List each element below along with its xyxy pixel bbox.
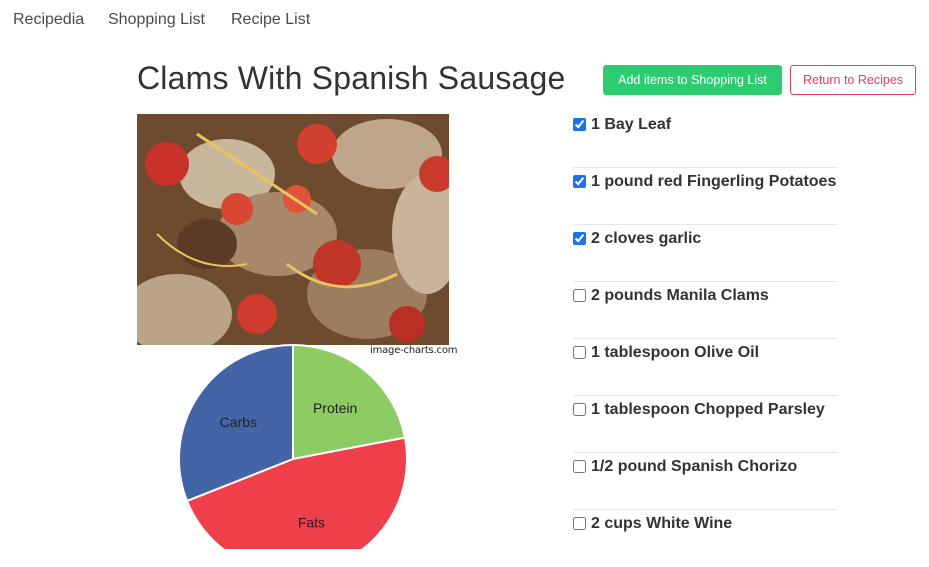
add-to-shopping-list-button[interactable]: Add items to Shopping List — [603, 65, 782, 95]
list-item: 1 tablespoon Olive Oil — [573, 339, 837, 396]
list-item: 1 Bay Leaf — [573, 111, 837, 168]
ingredient-list: 1 Bay Leaf 1 pound red Fingerling Potato… — [573, 111, 837, 567]
ingredient-label[interactable]: 1 pound red Fingerling Potatoes — [591, 173, 836, 191]
list-item: 1 pound red Fingerling Potatoes — [573, 168, 837, 225]
ingredient-checkbox[interactable] — [573, 346, 586, 359]
ingredient-label[interactable]: 1 Bay Leaf — [591, 116, 671, 134]
page-title: Clams With Spanish Sausage — [137, 60, 566, 96]
nutrition-pie-chart: Protein Fats Carbs — [160, 340, 430, 549]
list-item: 1/2 pound Spanish Chorizo — [573, 453, 837, 510]
recipe-photo — [137, 114, 449, 345]
list-item: 2 cloves garlic — [573, 225, 837, 282]
ingredient-checkbox[interactable] — [573, 403, 586, 416]
return-to-recipes-button[interactable]: Return to Recipes — [790, 65, 916, 95]
ingredient-checkbox[interactable] — [573, 175, 586, 188]
nav-link-recipe-list[interactable]: Recipe List — [231, 11, 310, 29]
list-item: 2 cups White Wine — [573, 510, 837, 567]
ingredient-label[interactable]: 2 cups White Wine — [591, 515, 732, 533]
ingredient-checkbox[interactable] — [573, 232, 586, 245]
pie-label-carbs: Carbs — [220, 414, 257, 430]
ingredient-checkbox[interactable] — [573, 118, 586, 131]
list-item: 2 pounds Manila Clams — [573, 282, 837, 339]
ingredient-label[interactable]: 1 tablespoon Chopped Parsley — [591, 401, 825, 419]
pie-label-fats: Fats — [298, 514, 325, 530]
list-item: 1 tablespoon Chopped Parsley — [573, 396, 837, 453]
pie-label-protein: Protein — [313, 400, 357, 416]
ingredient-label[interactable]: 2 pounds Manila Clams — [591, 287, 769, 305]
ingredient-label[interactable]: 1 tablespoon Olive Oil — [591, 344, 759, 362]
ingredient-checkbox[interactable] — [573, 460, 586, 473]
ingredient-label[interactable]: 1/2 pound Spanish Chorizo — [591, 458, 797, 476]
nav-brand[interactable]: Recipedia — [13, 11, 84, 29]
nav-link-shopping-list[interactable]: Shopping List — [108, 11, 205, 29]
ingredient-label[interactable]: 2 cloves garlic — [591, 230, 701, 248]
ingredient-checkbox[interactable] — [573, 517, 586, 530]
ingredient-checkbox[interactable] — [573, 289, 586, 302]
navbar: Recipedia Shopping List Recipe List — [0, 0, 929, 40]
